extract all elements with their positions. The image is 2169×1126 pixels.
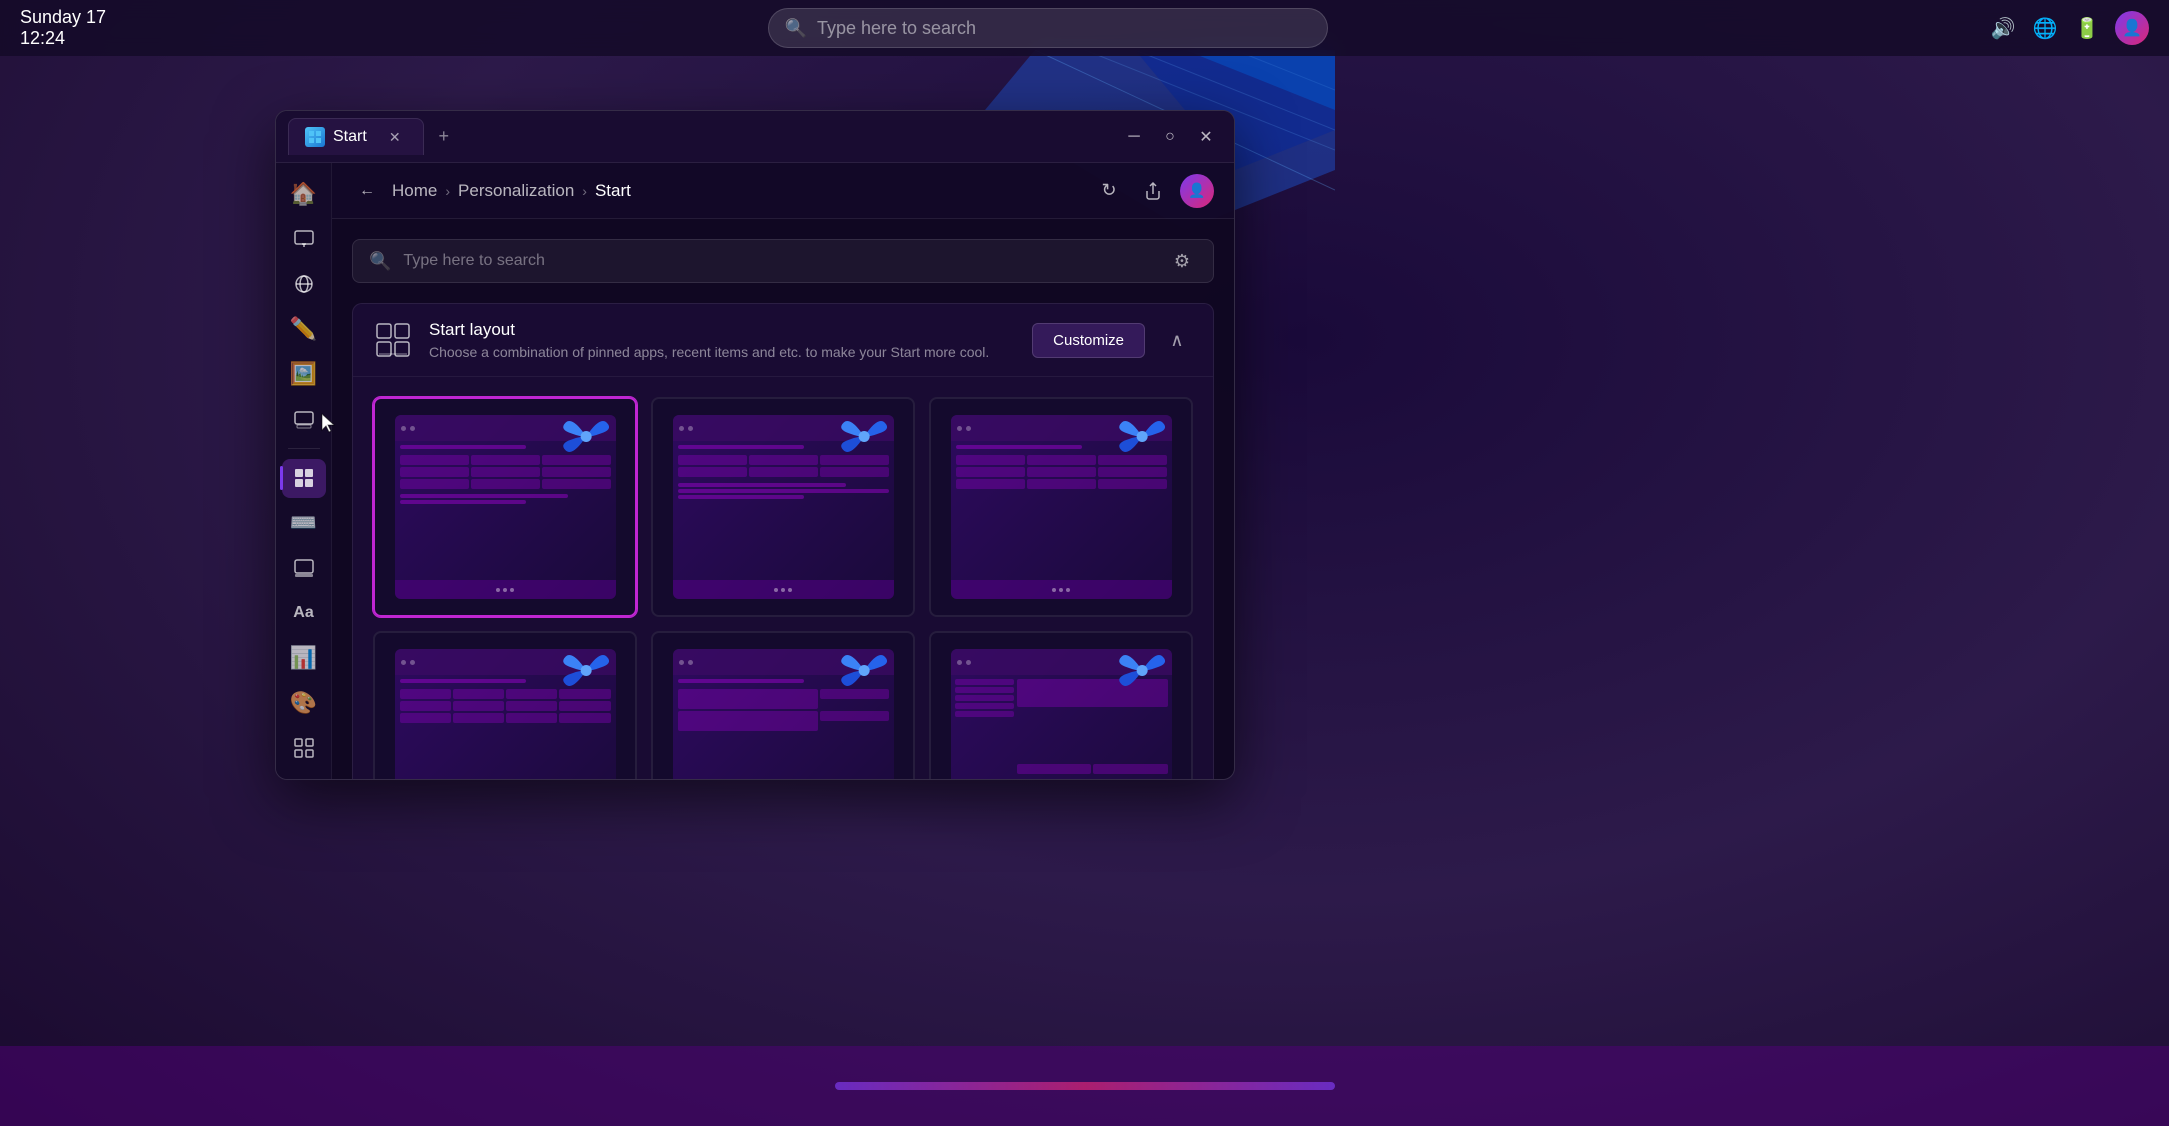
search-settings-icon[interactable]: ⚙ xyxy=(1167,246,1197,276)
back-button[interactable]: ← xyxy=(352,176,382,206)
taskbar-search[interactable]: 🔍 Type here to search xyxy=(768,8,1328,48)
sidebar-item-network[interactable] xyxy=(282,265,326,304)
taskbar-search-icon: 🔍 xyxy=(785,18,807,39)
layout-item-4[interactable] xyxy=(373,631,637,779)
start-layout-section: Start layout Choose a combination of pin… xyxy=(352,303,1214,779)
layout-item-2[interactable] xyxy=(651,397,915,617)
taskbar-left: Sunday 17 12:24 xyxy=(20,7,106,49)
sidebar-item-fonts[interactable]: Aa xyxy=(282,594,326,633)
tab-add-button[interactable]: + xyxy=(430,123,458,151)
layout-item-1[interactable] xyxy=(373,397,637,617)
layout-grid xyxy=(353,377,1213,779)
layout-item-3[interactable] xyxy=(929,397,1193,617)
sidebar-item-remote[interactable] xyxy=(282,399,326,438)
layout-thumb-2 xyxy=(673,415,894,599)
refresh-button[interactable]: ↻ xyxy=(1092,174,1126,208)
layout-thumb-1 xyxy=(395,415,616,599)
customize-button[interactable]: Customize xyxy=(1032,323,1145,358)
bottom-strip-decoration xyxy=(835,1082,1335,1090)
maximize-button[interactable]: ○ xyxy=(1154,123,1186,151)
user-avatar[interactable]: 👤 xyxy=(2115,11,2149,45)
breadcrumb-sep-2: › xyxy=(582,183,587,199)
sidebar-item-chart[interactable]: 📊 xyxy=(282,638,326,677)
breadcrumb-current: Start xyxy=(595,181,631,201)
sidebar-item-taskbar[interactable] xyxy=(282,549,326,588)
breadcrumb: Home › Personalization › Start xyxy=(392,181,1082,201)
layout-thumb-3 xyxy=(951,415,1172,599)
layout-item-5[interactable] xyxy=(651,631,915,779)
section-description: Choose a combination of pinned apps, rec… xyxy=(429,344,1016,360)
taskbar-right: 🔊 🌐 🔋 👤 xyxy=(1989,11,2149,45)
close-button[interactable]: ✕ xyxy=(1190,123,1222,151)
content-search-icon: 🔍 xyxy=(369,251,391,272)
bottom-strip xyxy=(0,1046,2169,1126)
tab-label: Start xyxy=(333,128,367,146)
share-button[interactable] xyxy=(1136,174,1170,208)
breadcrumb-home[interactable]: Home xyxy=(392,181,437,201)
section-icon xyxy=(373,320,413,360)
collapse-button[interactable]: ∧ xyxy=(1161,324,1193,356)
bow-decoration xyxy=(553,415,615,464)
window-controls: ─ ○ ✕ xyxy=(1118,123,1222,151)
layout-thumb-4 xyxy=(395,649,616,779)
user-profile-button[interactable]: 👤 xyxy=(1180,174,1214,208)
sidebar-item-appstore[interactable] xyxy=(282,728,326,767)
breadcrumb-sep-1: › xyxy=(445,183,450,199)
section-info: Start layout Choose a combination of pin… xyxy=(429,320,1016,360)
main-content-area: 🔍 Type here to search ⚙ xyxy=(332,219,1234,779)
content-search-placeholder: Type here to search xyxy=(403,252,1155,270)
sidebar-item-home[interactable]: 🏠 xyxy=(282,175,326,214)
layout-item-6[interactable] xyxy=(929,631,1193,779)
window-titlebar: Start ✕ + ─ ○ ✕ xyxy=(276,111,1234,163)
content-panel: ← Home › Personalization › Start ↻ xyxy=(332,163,1234,779)
taskbar: Sunday 17 12:24 🔍 Type here to search 🔊 … xyxy=(0,0,2169,56)
section-title: Start layout xyxy=(429,320,1016,340)
taskbar-time: 12:24 xyxy=(20,28,65,49)
window-tab-start[interactable]: Start ✕ xyxy=(288,118,424,155)
layout-thumb-5 xyxy=(673,649,894,779)
tab-close-button[interactable]: ✕ xyxy=(383,125,407,149)
sidebar-divider-1 xyxy=(288,448,320,449)
content-search-bar[interactable]: 🔍 Type here to search ⚙ xyxy=(352,239,1214,283)
battery-icon[interactable]: 🔋 xyxy=(2073,14,2101,42)
window-body: 🏠 ✏️ 🖼️ xyxy=(276,163,1234,779)
sidebar-item-photos[interactable]: 🖼️ xyxy=(282,354,326,393)
sidebar-item-display[interactable] xyxy=(282,220,326,259)
addressbar: ← Home › Personalization › Start ↻ xyxy=(332,163,1234,219)
sidebar-item-collab[interactable]: 🎨 xyxy=(282,683,326,722)
address-actions: ↻ 👤 xyxy=(1092,174,1214,208)
section-header: Start layout Choose a combination of pin… xyxy=(353,304,1213,377)
tab-icon xyxy=(305,127,325,147)
sidebar-item-pen[interactable]: ✏️ xyxy=(282,310,326,349)
settings-sidebar: 🏠 ✏️ 🖼️ xyxy=(276,163,332,779)
sidebar-item-keyboard[interactable]: ⌨️ xyxy=(282,504,326,543)
taskbar-search-placeholder: Type here to search xyxy=(817,18,976,39)
globe-icon[interactable]: 🌐 xyxy=(2031,14,2059,42)
sidebar-item-start[interactable] xyxy=(282,459,326,498)
taskbar-day: Sunday 17 xyxy=(20,7,106,28)
settings-window: Start ✕ + ─ ○ ✕ 🏠 xyxy=(275,110,1235,780)
sound-icon[interactable]: 🔊 xyxy=(1989,14,2017,42)
taskbar-clock: Sunday 17 12:24 xyxy=(20,7,106,49)
minimize-button[interactable]: ─ xyxy=(1118,123,1150,151)
layout-thumb-6 xyxy=(951,649,1172,779)
breadcrumb-personalization[interactable]: Personalization xyxy=(458,181,574,201)
